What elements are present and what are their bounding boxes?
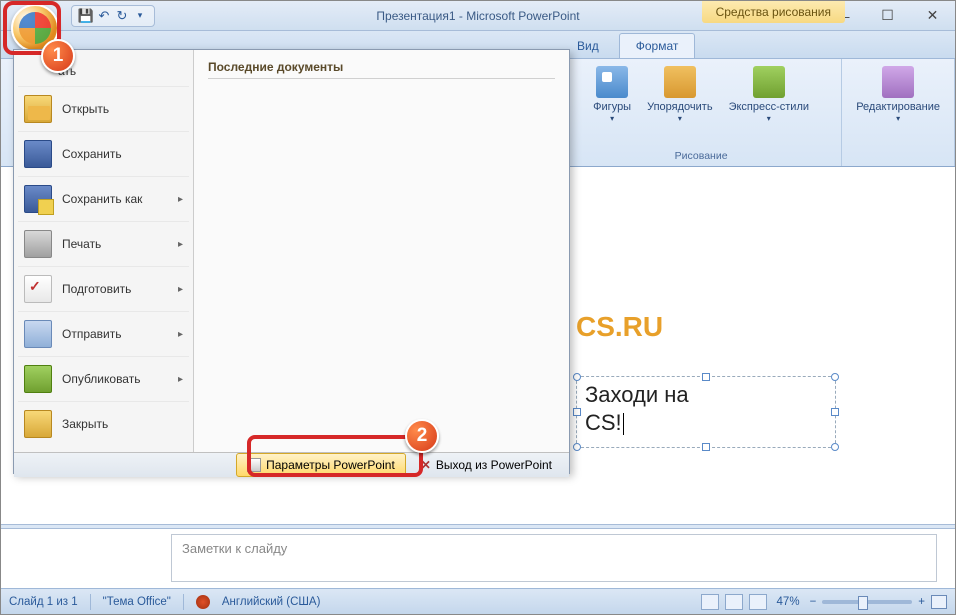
maximize-button[interactable]: ☐: [865, 2, 910, 30]
annotation-badge-2: 2: [405, 419, 439, 453]
status-bar: Слайд 1 из 1 "Тема Office" Английский (С…: [1, 588, 955, 614]
status-slide-number[interactable]: Слайд 1 из 1: [9, 596, 78, 608]
find-icon: [882, 66, 914, 98]
ribbon-group-drawing: Фигуры▾ Упорядочить▾ Экспресс-стили▾ Рис…: [561, 59, 842, 166]
office-menu-footer: Параметры PowerPoint ✕ Выход из PowerPoi…: [14, 452, 569, 477]
arrange-button[interactable]: Упорядочить▾: [641, 63, 718, 127]
menu-publish[interactable]: Опубликовать▸: [18, 357, 189, 402]
print-icon: [24, 230, 52, 258]
ribbon-group-editing: Редактирование▾: [842, 59, 955, 166]
resize-handle[interactable]: [702, 443, 710, 451]
resize-handle[interactable]: [831, 408, 839, 416]
text-caret: [623, 413, 624, 435]
recent-documents-title: Последние документы: [208, 60, 555, 79]
resize-handle[interactable]: [573, 443, 581, 451]
prepare-icon: [24, 275, 52, 303]
notes-pane[interactable]: Заметки к слайду: [171, 534, 937, 582]
saveas-icon: [24, 185, 52, 213]
zoom-level[interactable]: 47%: [777, 596, 800, 608]
quick-styles-button[interactable]: Экспресс-стили▾: [723, 63, 815, 127]
zoom-slider[interactable]: [822, 600, 912, 604]
exit-icon: ✕: [421, 458, 431, 472]
undo-icon[interactable]: ↶: [96, 8, 112, 24]
qat-dropdown-icon[interactable]: ▾: [132, 8, 148, 24]
resize-handle[interactable]: [702, 373, 710, 381]
resize-handle[interactable]: [831, 443, 839, 451]
menu-close[interactable]: Закрыть: [18, 402, 189, 446]
save-icon[interactable]: 💾: [78, 8, 94, 24]
annotation-badge-1: 1: [41, 39, 75, 73]
shapes-button[interactable]: Фигуры▾: [587, 63, 637, 127]
sorter-view-button[interactable]: [725, 594, 743, 610]
normal-view-button[interactable]: [701, 594, 719, 610]
options-icon: [247, 458, 261, 472]
save-icon: [24, 140, 52, 168]
status-theme[interactable]: "Тема Office": [103, 596, 171, 608]
close-file-icon: [24, 410, 52, 438]
textbox-content[interactable]: Заходи на CS!: [577, 377, 835, 440]
quick-access-toolbar: 💾 ↶ ↻ ▾: [71, 5, 155, 27]
menu-prepare[interactable]: Подготовить▸: [18, 267, 189, 312]
publish-icon: [24, 365, 52, 393]
office-menu: ать Открыть Сохранить Сохранить как▸ Печ…: [13, 49, 570, 474]
fit-to-window-button[interactable]: [931, 595, 947, 609]
menu-send[interactable]: Отправить▸: [18, 312, 189, 357]
send-icon: [24, 320, 52, 348]
tab-format[interactable]: Формат: [619, 33, 696, 58]
window-title: Презентация1 - Microsoft PowerPoint: [376, 9, 579, 23]
styles-icon: [753, 66, 785, 98]
submenu-arrow-icon: ▸: [178, 194, 183, 205]
status-language[interactable]: Английский (США): [222, 596, 321, 608]
resize-handle[interactable]: [573, 373, 581, 381]
zoom-out-button[interactable]: −: [810, 596, 817, 608]
title-bar: 💾 ↶ ↻ ▾ Презентация1 - Microsoft PowerPo…: [1, 1, 955, 31]
recent-documents-panel: Последние документы: [194, 50, 569, 452]
resize-handle[interactable]: [831, 373, 839, 381]
close-button[interactable]: ✕: [910, 2, 955, 30]
office-menu-commands: ать Открыть Сохранить Сохранить как▸ Печ…: [14, 50, 194, 452]
redo-icon[interactable]: ↻: [114, 8, 130, 24]
editing-button[interactable]: Редактирование▾: [850, 63, 946, 127]
exit-powerpoint-button[interactable]: ✕ Выход из PowerPoint: [410, 453, 563, 477]
menu-save[interactable]: Сохранить: [18, 132, 189, 177]
menu-print[interactable]: Печать▸: [18, 222, 189, 267]
shapes-icon: [596, 66, 628, 98]
menu-open[interactable]: Открыть: [18, 87, 189, 132]
slideshow-view-button[interactable]: [749, 594, 767, 610]
slide-title-text: CS.RU: [576, 311, 663, 343]
powerpoint-options-button[interactable]: Параметры PowerPoint: [236, 453, 406, 477]
submenu-arrow-icon: ▸: [178, 329, 183, 340]
group-label-drawing: Рисование: [675, 147, 728, 162]
notes-splitter[interactable]: [1, 524, 955, 529]
zoom-in-button[interactable]: +: [918, 596, 925, 608]
menu-saveas[interactable]: Сохранить как▸: [18, 177, 189, 222]
spellcheck-icon[interactable]: [196, 595, 210, 609]
submenu-arrow-icon: ▸: [178, 374, 183, 385]
slide-canvas[interactable]: CS.RU Заходи на CS!: [576, 181, 931, 491]
open-icon: [24, 95, 52, 123]
arrange-icon: [664, 66, 696, 98]
submenu-arrow-icon: ▸: [178, 284, 183, 295]
resize-handle[interactable]: [573, 408, 581, 416]
submenu-arrow-icon: ▸: [178, 239, 183, 250]
contextual-tab-label: Средства рисования: [702, 1, 845, 23]
selected-textbox[interactable]: Заходи на CS!: [576, 376, 836, 448]
